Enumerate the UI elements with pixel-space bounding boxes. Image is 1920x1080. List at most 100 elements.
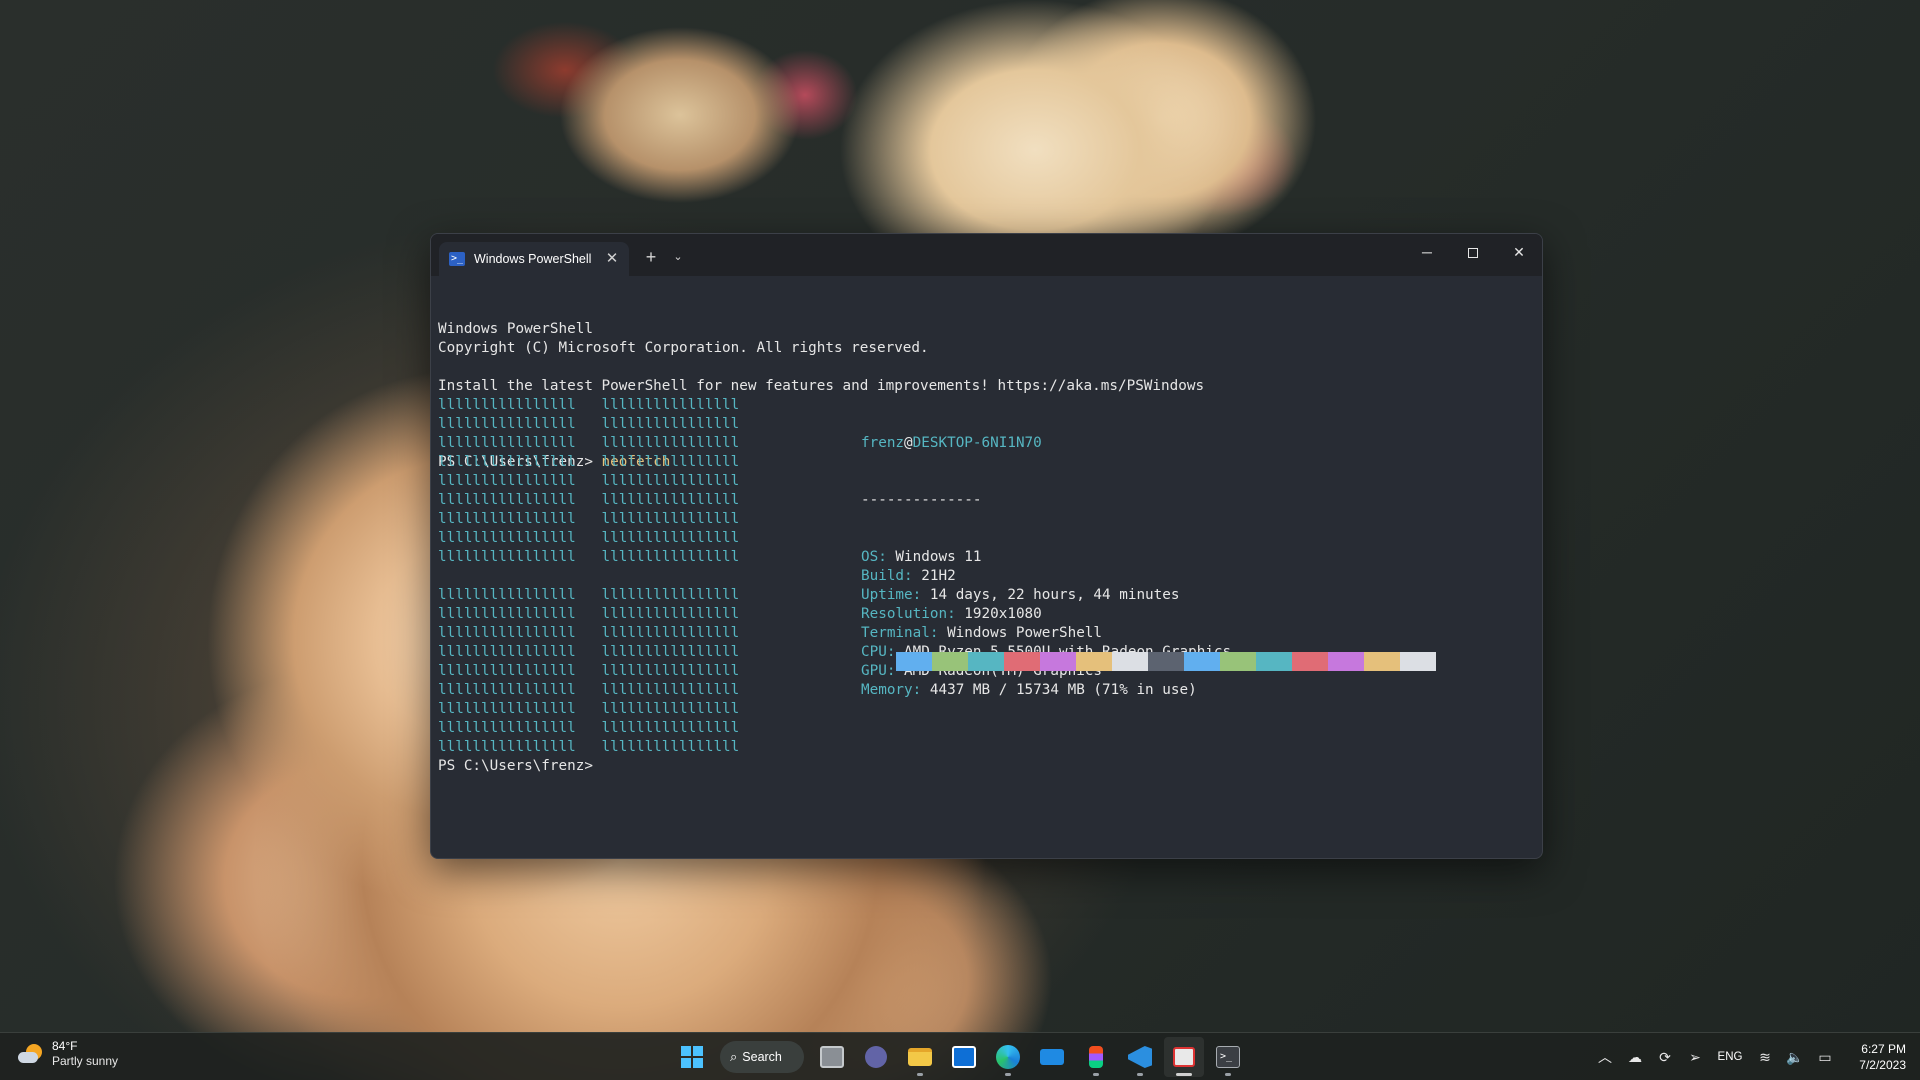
logo-row: llllllllllllllll llllllllllllllll <box>438 397 740 413</box>
close-tab-icon[interactable]: ✕ <box>603 250 621 268</box>
minimize-button[interactable]: ─ <box>1404 234 1450 270</box>
palette-swatch <box>1292 652 1328 671</box>
info-line: Terminal: Windows PowerShell <box>861 624 1231 643</box>
info-key: Terminal: <box>861 625 939 641</box>
close-window-button[interactable]: ✕ <box>1496 234 1542 270</box>
edge-browser-icon <box>996 1045 1020 1069</box>
separator: -------------- <box>861 492 982 508</box>
tab-windows-powershell[interactable]: >_ Windows PowerShell ✕ <box>439 242 629 276</box>
teams-chat-button[interactable] <box>856 1037 896 1077</box>
palette-swatch <box>1148 652 1184 671</box>
system-info: frenz@DESKTOP-6NI1N70 -------------- OS:… <box>861 396 1231 738</box>
palette-swatch <box>1328 652 1364 671</box>
logo-row: llllllllllllllll llllllllllllllll <box>438 435 740 451</box>
terminal-output[interactable]: Windows PowerShell Copyright (C) Microsof… <box>438 282 1532 858</box>
clock-date: 7/2/2023 <box>1859 1058 1906 1072</box>
new-tab-button[interactable]: + <box>639 246 663 268</box>
partly-sunny-icon <box>16 1040 44 1068</box>
vscode-button[interactable] <box>1120 1037 1160 1077</box>
system-tray: ︿ ☁ ⟳ ➢ ENG ≋ 🔈 ▭ 6:27 PM 7/2/2023 <box>1590 1033 1920 1080</box>
chevron-up-icon[interactable]: ︿ <box>1590 1047 1620 1067</box>
mail-button[interactable] <box>1032 1037 1072 1077</box>
file-explorer-icon <box>908 1048 932 1066</box>
color-palette <box>896 652 1436 671</box>
terminal-window[interactable]: >_ Windows PowerShell ✕ + ⌄ ─ ✕ Windows … <box>430 233 1543 859</box>
logo-row: llllllllllllllll llllllllllllllll <box>438 606 740 622</box>
palette-swatch <box>1040 652 1076 671</box>
teams-chat-icon <box>865 1046 887 1068</box>
snipping-tool-button[interactable] <box>1164 1037 1204 1077</box>
battery-icon[interactable]: ▭ <box>1810 1049 1840 1066</box>
task-view-button[interactable] <box>812 1037 852 1077</box>
palette-swatch <box>896 652 932 671</box>
palette-swatch <box>1076 652 1112 671</box>
maximize-button[interactable] <box>1450 234 1496 270</box>
logo-row: llllllllllllllll llllllllllllllll <box>438 492 740 508</box>
wifi-icon[interactable]: ≋ <box>1750 1049 1780 1066</box>
search-icon: ⌕ <box>730 1049 738 1064</box>
palette-swatch <box>1112 652 1148 671</box>
logo-row: llllllllllllllll llllllllllllllll <box>438 473 740 489</box>
final-prompt[interactable]: PS C:\Users\frenz> <box>438 757 593 776</box>
start-button[interactable] <box>672 1037 712 1077</box>
sync-icon[interactable]: ⟳ <box>1650 1049 1680 1066</box>
logo-row: llllllllllllllll llllllllllllllll <box>438 720 740 736</box>
info-line: OS: Windows 11 <box>861 548 1231 567</box>
mail-icon <box>1040 1049 1064 1065</box>
figma-icon <box>1089 1046 1103 1068</box>
banner-line: Copyright (C) Microsoft Corporation. All… <box>438 340 929 356</box>
info-list: OS: Windows 11 Build: 21H2 Uptime: 14 days… <box>861 548 1231 700</box>
title-bar[interactable]: >_ Windows PowerShell ✕ + ⌄ ─ ✕ <box>431 234 1542 276</box>
edge-button[interactable] <box>988 1037 1028 1077</box>
user-host: frenz@DESKTOP-6NI1N70 <box>861 434 1231 453</box>
chevron-down-icon[interactable]: ⌄ <box>667 246 689 268</box>
maximize-icon <box>1468 248 1478 259</box>
info-value: Windows 11 <box>886 549 982 565</box>
at-sign: @ <box>904 435 913 451</box>
location-icon[interactable]: ➢ <box>1680 1049 1710 1066</box>
weather-widget[interactable]: 84°F Partly sunny <box>16 1039 118 1069</box>
language-indicator[interactable]: ENG <box>1710 1051 1750 1063</box>
clock[interactable]: 6:27 PM 7/2/2023 <box>1840 1041 1920 1073</box>
info-line: Uptime: 14 days, 22 hours, 44 minutes <box>861 586 1231 605</box>
palette-swatch <box>968 652 1004 671</box>
logo-row: llllllllllllllll llllllllllllllll <box>438 587 740 603</box>
volume-icon[interactable]: 🔈 <box>1780 1049 1810 1066</box>
palette-swatch <box>932 652 968 671</box>
figma-button[interactable] <box>1076 1037 1116 1077</box>
info-key: CPU: <box>861 644 896 660</box>
logo-row: llllllllllllllll llllllllllllllll <box>438 701 740 717</box>
vscode-icon <box>1128 1046 1152 1068</box>
onedrive-icon[interactable]: ☁ <box>1620 1049 1650 1066</box>
logo-row: llllllllllllllll llllllllllllllll <box>438 511 740 527</box>
palette-swatch <box>1400 652 1436 671</box>
info-key: OS: <box>861 549 887 565</box>
logo-row <box>438 567 739 586</box>
snipping-tool-icon <box>1173 1047 1195 1067</box>
info-key: Uptime: <box>861 587 922 603</box>
terminal-icon: >_ <box>1216 1046 1240 1068</box>
info-key: Memory: <box>861 682 922 698</box>
logo-row: llllllllllllllll llllllllllllllll <box>438 625 740 641</box>
powershell-icon: >_ <box>449 252 465 266</box>
clock-time: 6:27 PM <box>1861 1042 1906 1056</box>
palette-swatch <box>1184 652 1220 671</box>
microsoft-store-button[interactable] <box>944 1037 984 1077</box>
logo-row: llllllllllllllll llllllllllllllll <box>438 416 740 432</box>
logo-row: llllllllllllllll llllllllllllllll <box>438 549 740 565</box>
search-button[interactable]: ⌕ Search <box>720 1041 804 1073</box>
palette-swatch <box>1256 652 1292 671</box>
logo-row: llllllllllllllll llllllllllllllll <box>438 739 740 755</box>
info-value: 1920x1080 <box>955 606 1042 622</box>
palette-swatch <box>1364 652 1400 671</box>
info-value: Windows PowerShell <box>938 625 1103 641</box>
file-explorer-button[interactable] <box>900 1037 940 1077</box>
banner-line: Windows PowerShell <box>438 321 593 337</box>
info-key: GPU: <box>861 663 896 679</box>
logo-row: llllllllllllllll llllllllllllllll <box>438 682 740 698</box>
hostname: DESKTOP-6NI1N70 <box>912 435 1042 451</box>
banner-line: Install the latest PowerShell for new fe… <box>438 378 1205 394</box>
terminal-button[interactable]: >_ <box>1208 1037 1248 1077</box>
banner-line <box>438 358 1532 377</box>
logo-row: llllllllllllllll llllllllllllllll <box>438 530 740 546</box>
